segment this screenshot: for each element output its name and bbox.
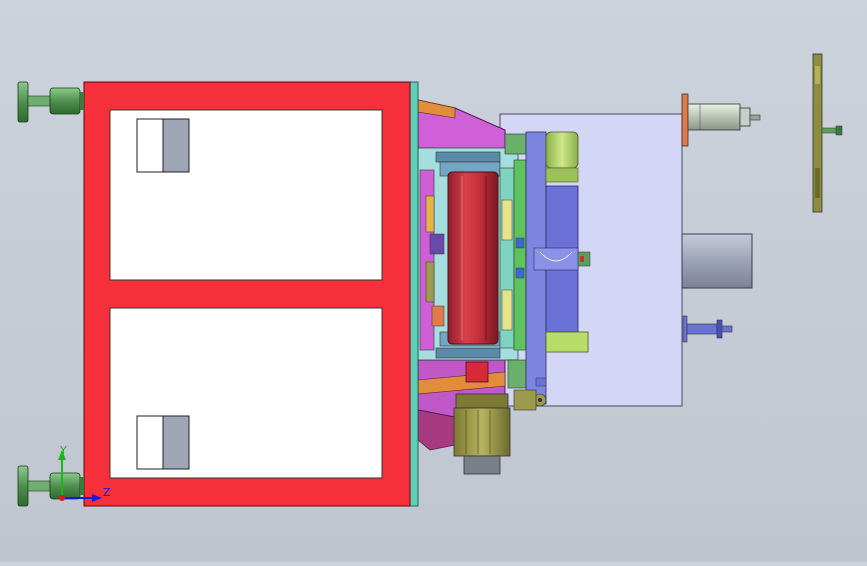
lower-latch[interactable] <box>136 415 190 470</box>
upper-latch[interactable] <box>136 118 190 173</box>
side-rail[interactable] <box>409 81 419 507</box>
y-axis-label: Y <box>59 444 67 457</box>
lower-gear-housing[interactable] <box>545 331 589 353</box>
air-cylinder[interactable] <box>681 233 753 289</box>
x-axis-dot <box>59 495 65 501</box>
cad-viewport[interactable]: Y Z <box>0 0 867 562</box>
assembly-drawing: Y Z <box>0 0 867 562</box>
roller-mechanism[interactable] <box>417 133 529 389</box>
feed-roller[interactable] <box>447 171 499 345</box>
upper-gear-housing[interactable] <box>545 131 579 169</box>
z-axis-label: Z <box>103 486 111 499</box>
